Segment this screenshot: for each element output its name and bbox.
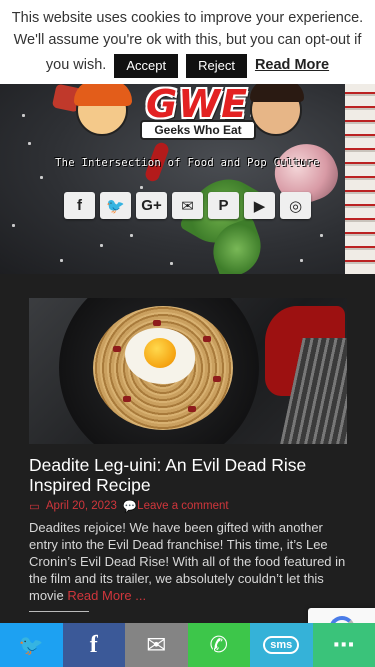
cookie-message-line-2: We'll assume you're ok with this, but yo… <box>13 31 362 48</box>
cookie-message-line-1: This website uses cookies to improve you… <box>11 10 364 26</box>
share-whatsapp-button[interactable]: ✆ <box>187 623 250 667</box>
sms-icon: sms <box>263 636 300 654</box>
post-thumbnail[interactable] <box>29 298 347 444</box>
divider <box>29 611 89 612</box>
calendar-icon: ▭ <box>29 501 40 513</box>
social-links: f 🐦 G+ ✉ P ▶ ◎ <box>64 192 311 219</box>
read-more-link[interactable]: Read More <box>255 55 329 77</box>
google-plus-link[interactable]: G+ <box>136 192 167 219</box>
email-icon: ✉ <box>181 197 194 215</box>
logo-banner: Geeks Who Eat <box>140 120 256 140</box>
youtube-link[interactable]: ▶ <box>244 192 275 219</box>
facebook-icon: f <box>77 197 82 214</box>
share-bar: 🐦 f ✉ ✆ sms ⋯ <box>0 623 375 667</box>
reject-button[interactable]: Reject <box>186 54 247 78</box>
post-meta: ▭ April 20, 2023 💬 Leave a comment <box>29 499 229 513</box>
comment-link[interactable]: Leave a comment <box>137 500 228 512</box>
pinterest-icon: P <box>218 197 229 214</box>
twitter-icon: 🐦 <box>18 634 44 657</box>
email-link[interactable]: ✉ <box>172 192 203 219</box>
accept-button[interactable]: Accept <box>114 54 179 78</box>
facebook-icon: f <box>89 631 98 658</box>
share-email-button[interactable]: ✉ <box>125 623 188 667</box>
facebook-link[interactable]: f <box>64 192 95 219</box>
towel-decoration <box>345 84 375 274</box>
egg-yolk <box>144 338 176 368</box>
site-tagline: The Intersection of Food and Pop Culture <box>55 157 320 169</box>
read-more-post-link[interactable]: Read More ... <box>67 588 146 603</box>
share-twitter-button[interactable]: 🐦 <box>0 623 63 667</box>
email-icon: ✉ <box>146 631 167 659</box>
whatsapp-icon: ✆ <box>209 632 228 657</box>
twitter-link[interactable]: 🐦 <box>100 192 131 219</box>
google-plus-icon: G+ <box>141 197 162 214</box>
mascot-right <box>250 84 304 136</box>
instagram-icon: ◎ <box>288 197 303 215</box>
youtube-icon: ▶ <box>253 197 266 215</box>
share-sms-button[interactable]: sms <box>250 623 313 667</box>
cookie-banner: This website uses cookies to improve you… <box>0 0 375 84</box>
post-date[interactable]: April 20, 2023 <box>46 500 117 512</box>
cookie-message-line-3: you wish. <box>45 57 107 74</box>
mascot-left <box>74 84 132 136</box>
share-more-button[interactable]: ⋯ <box>312 623 375 667</box>
logo-text: GWE <box>146 84 249 126</box>
pinterest-link[interactable]: P <box>208 192 239 219</box>
instagram-link[interactable]: ◎ <box>280 192 311 219</box>
post-title[interactable]: Deadite Leg-uini: An Evil Dead Rise Insp… <box>29 455 349 495</box>
site-logo[interactable]: GWE Geeks Who Eat <box>70 84 310 148</box>
post-excerpt: Deadites rejoice! We have been gifted wi… <box>29 519 349 604</box>
share-facebook-button[interactable]: f <box>62 623 125 667</box>
cookie-actions: you wish. Accept Reject Read More <box>6 54 369 78</box>
comment-icon: 💬 <box>122 501 138 513</box>
more-icon: ⋯ <box>332 632 355 657</box>
site-header: GWE Geeks Who Eat The Intersection of Fo… <box>0 84 375 274</box>
twitter-icon: 🐦 <box>106 197 125 215</box>
